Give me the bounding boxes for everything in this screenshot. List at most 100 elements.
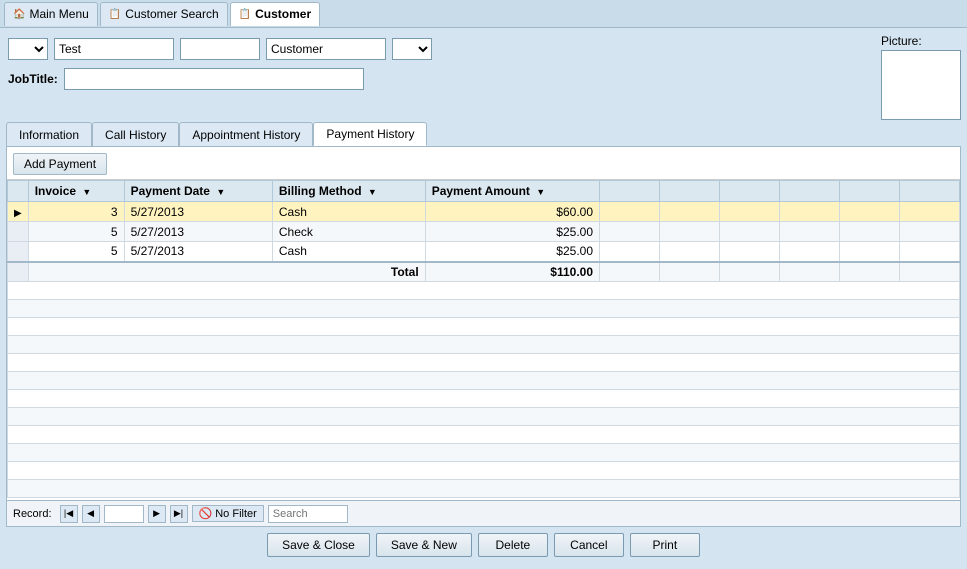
row1-ext4 [780,202,840,222]
payment-table: Invoice ▼ Payment Date ▼ Billing Method … [7,180,960,498]
col-marker [8,181,29,202]
row1-ext5 [840,202,900,222]
main-menu-icon: 🏠 [13,9,25,20]
row-arrow-1: ▶ [8,202,29,222]
row1-ext3 [720,202,780,222]
save-close-button[interactable]: Save & Close [267,533,370,557]
empty-row [8,426,960,444]
row1-ext6 [900,202,960,222]
save-new-button[interactable]: Save & New [376,533,472,557]
customer-prefix-dropdown[interactable] [8,38,48,60]
col-payment-amount[interactable]: Payment Amount ▼ [425,181,599,202]
row3-ext2 [660,242,720,262]
jobtitle-row: JobTitle: [6,68,875,90]
row-arrow-2 [8,222,29,242]
row1-amount: $60.00 [425,202,599,222]
col-extra2 [660,181,720,202]
record-label: Record: [13,508,52,520]
table-scroll[interactable]: Invoice ▼ Payment Date ▼ Billing Method … [7,180,960,500]
empty-row [8,318,960,336]
row3-ext1 [600,242,660,262]
customer-search-label: Customer Search [125,7,218,21]
table-row[interactable]: 5 5/27/2013 Check $25.00 [8,222,960,242]
col-invoice[interactable]: Invoice ▼ [28,181,124,202]
empty-row [8,444,960,462]
picture-frame [881,50,961,120]
delete-button[interactable]: Delete [478,533,548,557]
tab-payment-history[interactable]: Payment History [313,122,427,146]
row1-ext2 [660,202,720,222]
add-payment-button[interactable]: Add Payment [13,153,107,175]
total-marker [8,262,29,282]
nav-last-button[interactable]: ▶| [170,505,188,523]
col-extra6 [900,181,960,202]
tab-main-menu[interactable]: 🏠 Main Menu [4,2,98,26]
row2-ext6 [900,222,960,242]
row3-date: 5/27/2013 [124,242,272,262]
row2-method: Check [272,222,425,242]
row2-ext2 [660,222,720,242]
tabs-container: Information Call History Appointment His… [6,122,961,146]
invoice-sort-arrow: ▼ [82,187,91,197]
row3-ext4 [780,242,840,262]
cancel-button[interactable]: Cancel [554,533,624,557]
empty-row [8,462,960,480]
main-content: JobTitle: Picture: Information Call Hist… [0,28,967,569]
payment-panel: Add Payment Invoice ▼ Payment Date ▼ [6,146,961,527]
customer-search-icon: 📋 [109,9,121,20]
col-extra4 [780,181,840,202]
col-method-label: Billing Method [279,184,362,198]
customer-lastname-input[interactable] [180,38,260,60]
tab-customer[interactable]: 📋 Customer [230,2,320,26]
record-search-input[interactable] [268,505,348,523]
date-sort-arrow: ▼ [216,187,225,197]
tab-customer-search[interactable]: 📋 Customer Search [100,2,228,26]
col-billing-method[interactable]: Billing Method ▼ [272,181,425,202]
row2-date: 5/27/2013 [124,222,272,242]
customer-suffix-dropdown[interactable] [392,38,432,60]
table-row[interactable]: 5 5/27/2013 Cash $25.00 [8,242,960,262]
customer-label: Customer [255,7,311,21]
empty-row [8,336,960,354]
row2-amount: $25.00 [425,222,599,242]
row2-invoice: 5 [28,222,124,242]
row3-ext5 [840,242,900,262]
picture-box: Picture: [881,34,961,120]
filter-icon: 🚫 [199,507,213,520]
row1-method: Cash [272,202,425,222]
col-extra3 [720,181,780,202]
nav-next-button[interactable]: ▶ [148,505,166,523]
amount-sort-arrow: ▼ [536,187,545,197]
row1-date: 5/27/2013 [124,202,272,222]
total-ext6 [900,262,960,282]
nav-position-input[interactable] [104,505,144,523]
nav-first-button[interactable]: |◀ [60,505,78,523]
table-row[interactable]: ▶ 3 5/27/2013 Cash $60.00 [8,202,960,222]
print-button[interactable]: Print [630,533,700,557]
tab-appointment-history[interactable]: Appointment History [179,122,313,146]
jobtitle-input[interactable] [64,68,364,90]
total-amount: $110.00 [425,262,599,282]
no-filter-button[interactable]: 🚫 No Filter [192,505,264,522]
customer-firstname-input[interactable] [54,38,174,60]
empty-row [8,354,960,372]
empty-row [8,408,960,426]
total-label: Total [28,262,425,282]
jobtitle-label: JobTitle: [8,72,58,86]
empty-row [8,372,960,390]
customer-type-input[interactable] [266,38,386,60]
row2-ext1 [600,222,660,242]
main-menu-label: Main Menu [29,7,88,21]
col-extra1 [600,181,660,202]
no-filter-label: No Filter [215,508,257,520]
row1-ext1 [600,202,660,222]
picture-label: Picture: [881,34,922,48]
empty-row [8,300,960,318]
total-ext1 [600,262,660,282]
bottom-bar: Save & Close Save & New Delete Cancel Pr… [6,527,961,563]
nav-prev-button[interactable]: ◀ [82,505,100,523]
method-sort-arrow: ▼ [368,187,377,197]
tab-call-history[interactable]: Call History [92,122,179,146]
tab-information[interactable]: Information [6,122,92,146]
col-payment-date[interactable]: Payment Date ▼ [124,181,272,202]
